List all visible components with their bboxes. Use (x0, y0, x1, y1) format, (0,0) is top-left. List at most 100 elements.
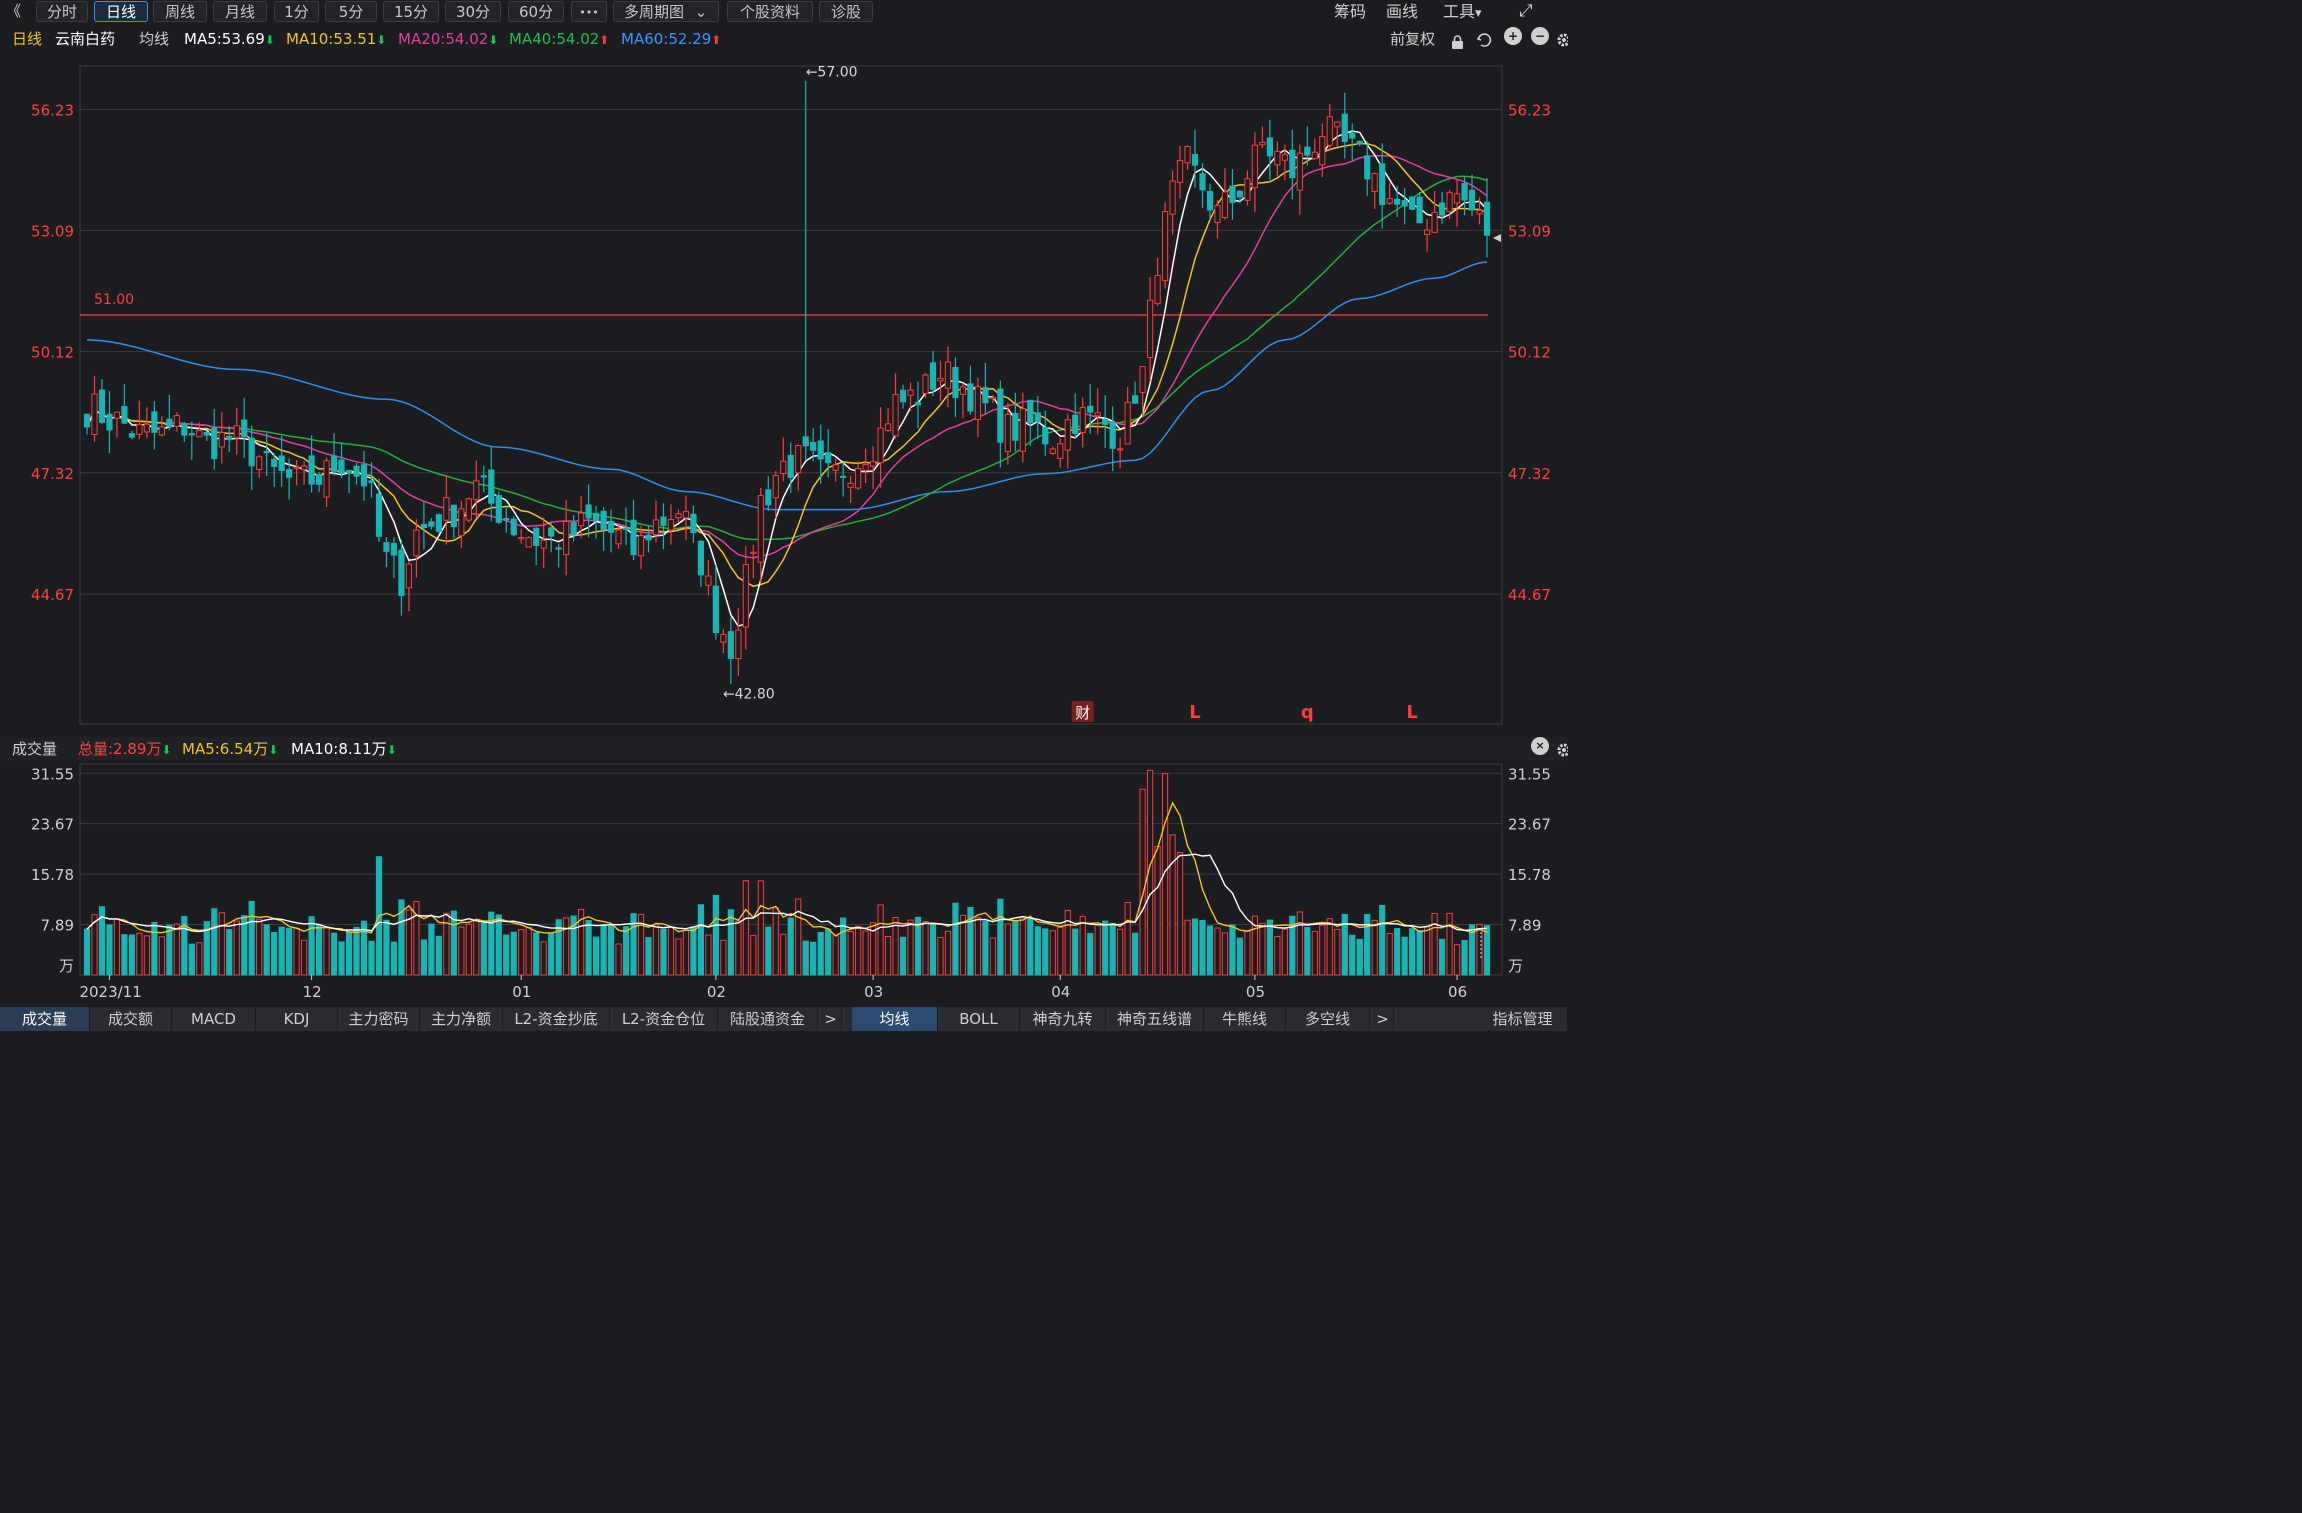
volume-bar-up (1214, 927, 1221, 976)
kline-chart[interactable]: 51.00 56.23 56.23 53.09 53.09 50.12 50.12 47.3… (0, 0, 1568, 1007)
overlay-tab-3[interactable]: 神奇五线谱 (1106, 1007, 1204, 1031)
candle-up (832, 464, 839, 471)
candle-down (1461, 182, 1468, 201)
volume-bar-down (353, 926, 360, 976)
indicator-tab-1[interactable]: 成交额 (90, 1007, 172, 1031)
tabs-scroll-right[interactable]: > (1372, 1007, 1394, 1031)
candle-down (727, 631, 734, 659)
x-tick-label: 12 (303, 983, 322, 1001)
candle-down (1468, 189, 1476, 211)
volume-settings-icon[interactable] (1556, 741, 1568, 757)
volume-ma5-line (86, 801, 1488, 937)
candle-down (1027, 399, 1034, 424)
candle-down (660, 516, 667, 526)
candle-up (1371, 173, 1378, 192)
candle-down (211, 427, 218, 460)
overlay-tab-4[interactable]: 牛熊线 (1204, 1007, 1286, 1031)
volume-bar-up (1094, 924, 1101, 976)
candle-up (173, 415, 180, 427)
volume-bar-down (1109, 922, 1116, 976)
volume-bar-down (765, 926, 772, 976)
indicator-tab-3[interactable]: KDJ (256, 1007, 338, 1031)
indicator-tab-8[interactable]: 陆股通资金 (718, 1007, 818, 1031)
indicator-tab-5[interactable]: 主力净额 (420, 1007, 503, 1031)
candle-down (840, 475, 847, 478)
candle-down (510, 518, 517, 536)
candle-up (1064, 419, 1071, 451)
volume-bar-up (1446, 912, 1453, 976)
volume-bar-up (652, 924, 660, 976)
volume-bar-up (458, 926, 465, 976)
indicator-tab-6[interactable]: L2-资金抄底 (503, 1007, 610, 1031)
price-tick-label-left: 53.09 (31, 222, 74, 240)
volume-bar-up (293, 927, 300, 976)
volume-bar-up (1117, 928, 1124, 976)
volume-bar-up (750, 935, 757, 976)
indicator-tab-0[interactable]: 成交量 (0, 1007, 90, 1031)
price-tick-label-left: 50.12 (31, 344, 74, 362)
indicator-tab-7[interactable]: L2-资金仓位 (610, 1007, 718, 1031)
candle-up (667, 519, 675, 531)
candle-down (390, 542, 398, 556)
volume-bars (83, 769, 1491, 976)
volume-bar-up (1004, 923, 1011, 976)
volume-bar-down (151, 922, 158, 976)
volume-bar-up (1079, 915, 1086, 976)
moving-average-lines (86, 130, 1488, 627)
volume-bar-down (1012, 920, 1019, 976)
indicator-tab-4[interactable]: 主力密码 (338, 1007, 420, 1031)
candle-down (1229, 185, 1236, 203)
volume-bar-down (495, 914, 502, 976)
overlay-tab-2[interactable]: 神奇九转 (1020, 1007, 1106, 1031)
volume-bar-up (136, 932, 143, 976)
overlay-tab-5[interactable]: 多空线 (1286, 1007, 1370, 1031)
candle-up (877, 427, 884, 464)
overlay-tab-1[interactable]: BOLL (938, 1007, 1020, 1031)
hline-label: 51.00 (94, 292, 134, 308)
volume-bar-down (1409, 928, 1416, 976)
volume-bar-down (1349, 934, 1356, 976)
candle-down (1109, 422, 1116, 449)
volume-bar-up (959, 914, 967, 976)
volume-bar-down (480, 920, 487, 976)
candle-up (1161, 211, 1169, 282)
overlay-tab-0[interactable]: 均线 (852, 1007, 938, 1031)
candle-down (645, 534, 652, 541)
candle-up (682, 510, 690, 519)
tabs-scroll-right-left-group[interactable]: > (820, 1007, 842, 1031)
candle-down (188, 433, 195, 436)
candle-up (113, 411, 121, 419)
indicator-manage-button[interactable]: 指标管理 (1478, 1007, 1568, 1031)
candle-down (967, 383, 974, 412)
volume-tick-label-left: 23.67 (31, 816, 74, 834)
volume-bar-down (121, 934, 128, 976)
candle-up (959, 386, 967, 395)
volume-bar-up (113, 918, 121, 976)
x-tick-label: 05 (1246, 983, 1265, 1001)
volume-bar-up (196, 942, 203, 976)
candle-down (1236, 190, 1244, 198)
candle-up (136, 423, 143, 435)
candle-down (271, 458, 278, 468)
candle-down (982, 387, 989, 404)
volume-bar-down (308, 916, 315, 976)
volume-bar-up (1453, 944, 1461, 976)
volume-bar-down (1483, 925, 1491, 976)
indicator-tab-2[interactable]: MACD (172, 1007, 256, 1031)
candle-up (1094, 412, 1101, 417)
candle-down (1266, 137, 1273, 157)
candle-down (128, 433, 136, 438)
candle-up (735, 629, 742, 660)
candle-down (308, 455, 315, 485)
volume-bar-down (952, 902, 959, 976)
close-volume-icon[interactable]: × (1531, 737, 1549, 755)
candle-down (181, 423, 188, 436)
candle-down (952, 366, 959, 399)
volume-bar-down (533, 932, 540, 976)
volume-bar-down (607, 924, 615, 976)
candle-down (570, 522, 577, 536)
price-tick-label-right: 50.12 (1508, 344, 1551, 362)
candle-up (443, 497, 450, 521)
volume-tick-label-left: 15.78 (31, 866, 74, 884)
candle-up (1334, 121, 1341, 128)
